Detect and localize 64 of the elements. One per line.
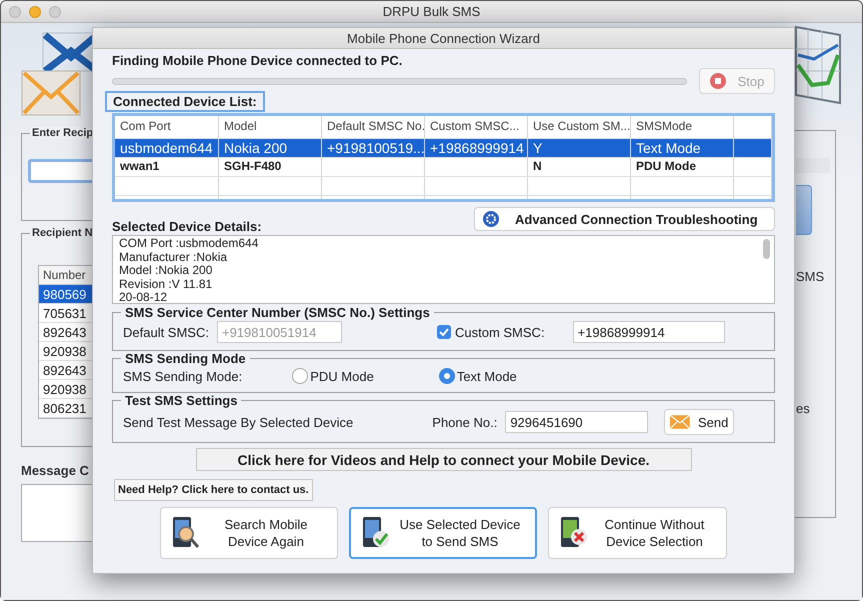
minimize-button[interactable]: [29, 6, 41, 18]
table-cell: Text Mode: [631, 139, 734, 157]
stop-icon: [710, 73, 726, 89]
close-button[interactable]: [9, 6, 21, 18]
field-label: Send Test Message By Selected Device: [123, 414, 354, 430]
action-button[interactable]: Use Selected Device to Send SMS: [349, 507, 537, 559]
zoom-button[interactable]: [49, 6, 61, 18]
column-header[interactable]: SMSMode: [631, 116, 734, 138]
field-label: Default SMSC:: [123, 324, 209, 340]
radio-button[interactable]: [438, 368, 455, 384]
radio-button[interactable]: [292, 368, 308, 384]
checkbox[interactable]: [436, 325, 451, 339]
device-row[interactable]: wwan1 SGH-F480 N PDU Mode: [115, 158, 772, 177]
message-label: Message C: [21, 463, 90, 478]
column-header[interactable]: Com Port: [115, 116, 219, 138]
column-header[interactable]: Use Custom SM...: [528, 116, 631, 138]
scrollbar-thumb[interactable]: [763, 239, 770, 259]
column-header[interactable]: Default SMSC No.: [322, 116, 425, 138]
option-button[interactable]: [796, 185, 812, 235]
detail-line: Model :Nokia 200: [119, 264, 214, 278]
group-title: Recipient N: [30, 227, 95, 239]
window-title: DRPU Bulk SMS: [382, 4, 480, 19]
table-cell: wwan1: [115, 158, 219, 176]
table-cell: Y: [528, 139, 631, 157]
detail-line: COM Port :usbmodem644: [119, 237, 260, 250]
option-label: SMS: [796, 269, 824, 284]
phone-cross-icon: [559, 517, 589, 549]
custom-smsc-field[interactable]: +19868999914: [572, 321, 725, 343]
detail-line: 20-08-12: [119, 291, 168, 303]
videos-help-button[interactable]: Click here for Videos and Help to connect your Mobile Device.: [196, 448, 692, 471]
send-button[interactable]: Send: [664, 409, 734, 435]
group-title: Test SMS Settings: [124, 393, 238, 408]
group-title: SMS Service Center Number (SMSC No.) Settings: [124, 305, 431, 320]
dialog-title: Mobile Phone Connection Wizard: [347, 30, 540, 46]
table-cell: +19868999914: [425, 139, 528, 157]
phone-field[interactable]: 9296451690: [505, 411, 648, 433]
device-row[interactable]: usbmodem644 Nokia 200 +9198100519... +19868999914 Y Text Mode: [115, 139, 772, 158]
action-button[interactable]: Search Mobile Device Again: [160, 507, 338, 559]
table-cell: usbmodem644: [115, 139, 219, 157]
action-button[interactable]: Continue Without Device Selection: [548, 507, 727, 559]
envelope-icon: [670, 413, 690, 431]
table-cell: Nokia 200: [219, 139, 322, 157]
phone-check-icon: [361, 517, 391, 549]
column-header[interactable]: Model: [219, 116, 322, 138]
radio-label: PDU Mode: [310, 368, 374, 384]
group-title: SMS Sending Mode: [124, 351, 247, 366]
detail-line: Manufacturer :Nokia: [119, 250, 228, 264]
table-cell: +9198100519...: [322, 139, 425, 157]
table-cell: SGH-F480: [219, 158, 322, 176]
field-label: SMS Sending Mode:: [123, 368, 242, 384]
column-header[interactable]: Custom SMSC...: [425, 116, 528, 138]
table-cell: PDU Mode: [631, 158, 734, 176]
phone-magnifier-icon: [171, 517, 201, 549]
field-label: Phone No.:: [432, 414, 498, 430]
troubleshooting-button[interactable]: Advanced Connection Troubleshooting: [474, 207, 775, 231]
section-label: Selected Device Details:: [112, 219, 262, 234]
option-label: es: [796, 401, 810, 416]
checkbox-label: Custom SMSC:: [454, 324, 545, 340]
radio-label: Text Mode: [456, 368, 517, 384]
status-text: Finding Mobile Phone Device connected to PC.: [112, 53, 404, 68]
contact-help-button[interactable]: Need Help? Click here to contact us.: [114, 479, 313, 501]
table-cell: N: [528, 158, 631, 176]
gear-icon: [483, 211, 499, 227]
section-label: Connected Device List:: [105, 91, 265, 112]
